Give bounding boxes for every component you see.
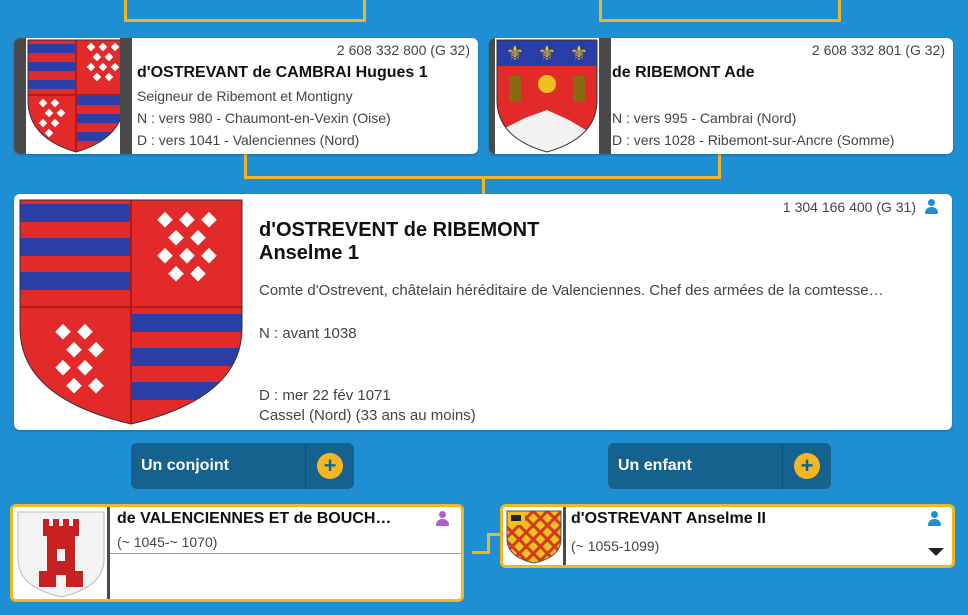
child-male-icon xyxy=(927,511,941,527)
main-description: Comte d'Ostrevent, châtelain héréditaire… xyxy=(259,282,884,299)
child-dates: (~ 1055-1099) xyxy=(571,538,660,554)
main-birth: N : avant 1038 xyxy=(259,325,357,342)
main-name-line1: d'OSTREVENT de RIBEMONT xyxy=(259,219,540,241)
expand-triangle-icon[interactable] xyxy=(928,548,944,556)
main-coat-of-arms xyxy=(18,198,244,426)
spouse-tower-shield-icon xyxy=(17,511,105,598)
add-child-button[interactable]: Un enfant + xyxy=(608,443,831,489)
connector-child-v xyxy=(487,533,490,553)
mother-card[interactable]: ⚜ ⚜ ⚜ 2 608 332 801 (G 32) de RIBEMONT A… xyxy=(489,38,953,154)
main-sosa: 1 304 166 400 (G 31) xyxy=(782,199,916,215)
spouse-coat-of-arms xyxy=(15,509,107,599)
child-strip xyxy=(563,507,566,565)
add-child-separator xyxy=(782,443,783,489)
father-birth: N : vers 980 - Chaumont-en-Vexin (Oise) xyxy=(137,110,391,126)
main-death-place: Cassel (Nord) (33 ans au moins) xyxy=(259,407,476,424)
mother-shield-icon: ⚜ ⚜ ⚜ xyxy=(496,39,598,153)
father-title: Seigneur de Ribemont et Montigny xyxy=(137,88,353,104)
connector-parents-right-v xyxy=(718,154,721,179)
main-shield-icon xyxy=(19,199,243,425)
connector-parents-center-v xyxy=(482,176,485,194)
father-coat-of-arms xyxy=(26,38,134,154)
father-strip xyxy=(14,38,26,154)
add-spouse-separator xyxy=(305,443,306,489)
child-shield-icon xyxy=(506,510,562,564)
add-spouse-label: Un conjoint xyxy=(141,457,229,474)
svg-text:⚜: ⚜ xyxy=(538,41,556,65)
child-name[interactable]: d'OSTREVANT Anselme II xyxy=(571,510,766,528)
father-death: D : vers 1041 - Valenciennes (Nord) xyxy=(137,132,360,148)
spouse-name[interactable]: de VALENCIENNES ET de BOUCH… xyxy=(117,510,391,528)
main-name-line2: Anselme 1 xyxy=(259,242,360,264)
plus-icon: + xyxy=(317,453,343,479)
child-coat-of-arms xyxy=(505,509,563,565)
father-shield-icon xyxy=(27,39,125,153)
mother-sosa: 2 608 332 801 (G 32) xyxy=(811,42,945,58)
father-sosa: 2 608 332 800 (G 32) xyxy=(336,42,470,58)
connector-top-left-h xyxy=(124,19,366,22)
connector-top-left-v2 xyxy=(363,0,366,22)
spouse-divider xyxy=(110,553,461,554)
mother-death: D : vers 1028 - Ribemont-sur-Ancre (Somm… xyxy=(612,132,895,148)
main-death-date: D : mer 22 fév 1071 xyxy=(259,387,391,404)
mother-birth: N : vers 995 - Cambrai (Nord) xyxy=(612,110,797,126)
add-child-label: Un enfant xyxy=(618,457,692,474)
main-person-card: 1 304 166 400 (G 31) d'OSTREVENT de RIBE… xyxy=(14,194,952,430)
spouse-dates: (~ 1045-~ 1070) xyxy=(117,534,218,550)
svg-text:⚜: ⚜ xyxy=(506,41,524,65)
main-person-male-icon xyxy=(924,199,938,215)
mother-coat-of-arms: ⚜ ⚜ ⚜ xyxy=(495,38,601,154)
child-card[interactable]: d'OSTREVANT Anselme II (~ 1055-1099) xyxy=(500,504,955,568)
spouse-female-icon xyxy=(435,511,449,527)
spouse-card[interactable]: de VALENCIENNES ET de BOUCH… (~ 1045-~ 1… xyxy=(10,504,464,602)
connector-top-right-v2 xyxy=(838,0,841,22)
connector-top-right-h xyxy=(599,19,841,22)
svg-text:⚜: ⚜ xyxy=(570,41,588,65)
plus-icon: + xyxy=(794,453,820,479)
mother-name[interactable]: de RIBEMONT Ade xyxy=(612,64,755,82)
add-spouse-button[interactable]: Un conjoint + xyxy=(131,443,354,489)
father-strip-right xyxy=(120,38,132,154)
father-name[interactable]: d'OSTREVANT de CAMBRAI Hugues 1 xyxy=(137,64,428,82)
father-card[interactable]: 2 608 332 800 (G 32) d'OSTREVANT de CAMB… xyxy=(14,38,478,154)
connector-child-h1 xyxy=(472,551,490,554)
mother-strip-right xyxy=(599,38,611,154)
